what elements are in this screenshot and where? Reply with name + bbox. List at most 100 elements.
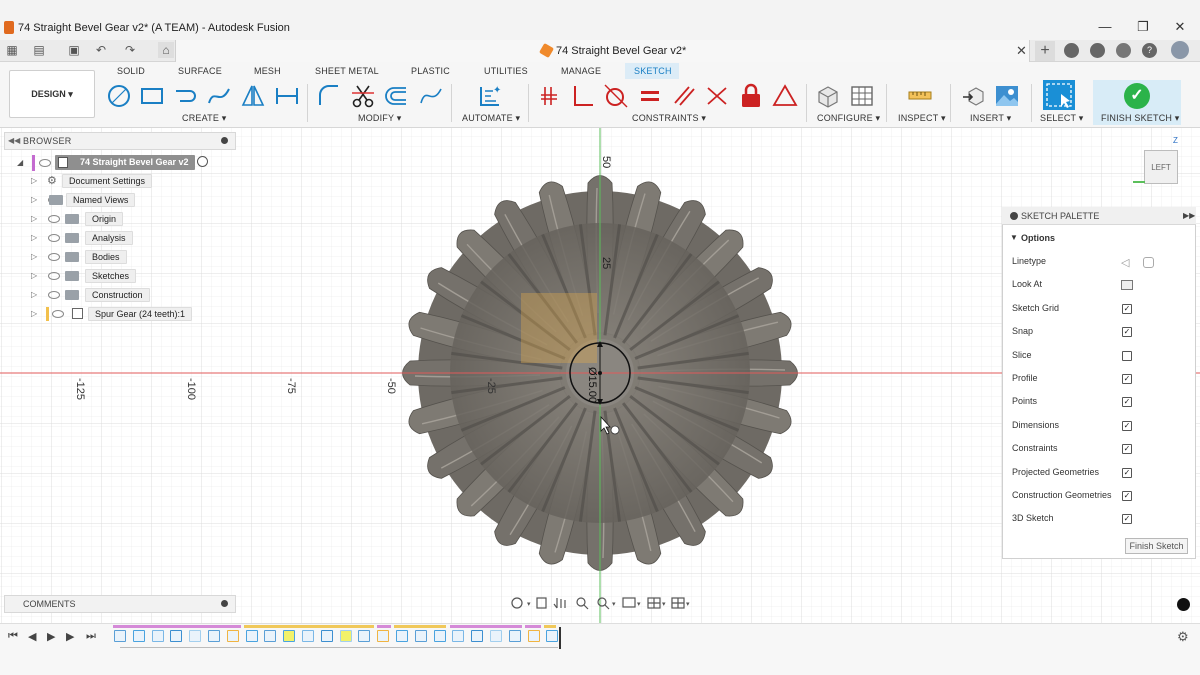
visibility-eye-icon[interactable] [48,291,60,299]
maximize-button[interactable]: ❐ [1132,18,1154,36]
expand-arrow-icon[interactable]: ▷ [31,176,39,185]
timeline-feature-icon[interactable] [471,630,483,642]
collapse-browser-icon[interactable]: ◀◀ [8,136,20,145]
configure-menu[interactable]: CONFIGURE ▾ [817,113,880,124]
browser-item-construction[interactable]: Construction [85,288,150,302]
slot-tool-icon[interactable] [172,83,198,109]
browser-item-bodies[interactable]: Bodies [85,250,127,264]
expand-arrow-icon[interactable]: ▷ [31,233,39,242]
comments-pin-icon[interactable] [221,600,228,607]
browser-item-named-views[interactable]: Named Views [66,193,136,207]
tab-mesh[interactable]: MESH [254,66,281,76]
visibility-eye-icon[interactable] [48,253,60,261]
parallel-constraint-icon[interactable] [671,83,697,109]
timeline-feature-icon[interactable] [321,630,333,642]
measure-ruler-icon[interactable] [907,83,933,109]
timeline-feature-icon[interactable] [283,630,295,642]
timeline-feature-icon[interactable] [133,630,145,642]
equal-constraint-icon[interactable] [637,83,663,109]
options-section-title[interactable]: Options [1021,233,1055,243]
browser-item-origin[interactable]: Origin [85,212,124,226]
tab-manage[interactable]: MANAGE [561,66,601,76]
expand-arrow-icon[interactable]: ▷ [31,195,39,204]
expand-arrow-icon[interactable]: ▷ [31,252,39,261]
help-bubble-icon[interactable] [1177,598,1190,611]
spline-tool-icon[interactable] [206,83,232,109]
timeline-next-icon[interactable]: ▶ [66,630,74,643]
timeline-feature-icon[interactable] [452,630,464,642]
timeline-feature-icon[interactable] [528,630,540,642]
save-icon[interactable]: ▣ [66,42,82,58]
timeline-play-icon[interactable]: ▶ [47,630,55,643]
browser-item-document-settings[interactable]: Document Settings [62,174,153,188]
modify-menu[interactable]: MODIFY ▾ [358,113,401,124]
timeline-feature-icon[interactable] [415,630,427,642]
create-menu[interactable]: CREATE ▾ [182,113,226,124]
perpendicular-constraint-icon[interactable] [569,83,595,109]
undo-icon[interactable]: ↶ [93,42,109,58]
linetype-construction-icon[interactable]: ◁ [1121,256,1129,269]
visibility-eye-icon[interactable] [39,159,51,167]
expand-root-icon[interactable]: ◢ [17,158,23,167]
checkbox-snap[interactable]: ✓ [1122,327,1132,337]
close-window-button[interactable]: ✕ [1169,18,1191,36]
checkbox-slice[interactable] [1122,351,1132,361]
timeline-prev-icon[interactable]: ◀ [28,630,36,643]
expand-arrow-icon[interactable]: ▷ [31,309,39,318]
timeline-last-icon[interactable]: ⏭ [86,630,96,643]
sketch-center-point[interactable] [598,371,602,375]
new-tab-button[interactable]: + [1035,41,1055,61]
timeline-feature-icon[interactable] [152,630,164,642]
tab-solid[interactable]: SOLID [117,66,145,76]
timeline-settings-gear-icon[interactable]: ⚙ [1177,629,1189,645]
palette-pin-icon[interactable] [1010,212,1018,220]
circle-tool-icon[interactable] [106,83,132,109]
coincident-constraint-icon[interactable] [537,83,563,109]
diameter-dimension-label[interactable]: Ø15.00 [586,367,598,403]
automate-dimension-icon[interactable]: ✦ [476,83,502,109]
tab-plastic[interactable]: PLASTIC [411,66,450,76]
insert-canvas-image-icon[interactable] [994,83,1020,109]
expand-arrow-icon[interactable]: ▷ [31,214,39,223]
fillet-tool-icon[interactable] [316,83,342,109]
expand-arrow-icon[interactable]: ▷ [31,290,39,299]
help-icon[interactable]: ? [1142,43,1157,58]
timeline-first-icon[interactable]: ⏮ [8,630,18,643]
visibility-eye-icon[interactable] [48,272,60,280]
extensions-icon[interactable] [1064,43,1079,58]
offset-tool-icon[interactable] [384,83,410,109]
home-icon[interactable]: ⌂ [158,42,174,58]
dimension-tool-icon[interactable] [274,83,300,109]
expand-arrow-icon[interactable]: ▷ [31,271,39,280]
timeline-feature-icon[interactable] [114,630,126,642]
constraints-menu[interactable]: CONSTRAINTS ▾ [632,113,706,124]
timeline-feature-icon[interactable] [434,630,446,642]
activate-radio-icon[interactable] [197,156,208,167]
browser-item-sketches[interactable]: Sketches [85,269,137,283]
options-collapse-icon[interactable]: ▼ [1010,233,1018,242]
job-status-icon[interactable] [1090,43,1105,58]
finish-check-icon[interactable]: ✓ [1124,83,1150,109]
checkbox-sketch-grid[interactable]: ✓ [1122,304,1132,314]
look-at-icon[interactable] [1121,280,1133,290]
insert-derive-icon[interactable] [961,83,987,109]
timeline-feature-icon[interactable] [490,630,502,642]
timeline-feature-icon[interactable] [246,630,258,642]
timeline-feature-icon[interactable] [377,630,389,642]
timeline-feature-icon[interactable] [340,630,352,642]
redo-icon[interactable]: ↷ [122,42,138,58]
mirror-tool-icon[interactable] [240,83,266,109]
timeline-feature-icon[interactable] [170,630,182,642]
timeline-feature-icon[interactable] [509,630,521,642]
timeline-feature-icon[interactable] [546,630,558,642]
visibility-eye-icon[interactable] [48,234,60,242]
collinear-constraint-icon[interactable] [704,83,730,109]
finish-sketch-button[interactable]: Finish Sketch [1125,538,1188,554]
visibility-eye-icon[interactable] [48,215,60,223]
timeline-feature-icon[interactable] [189,630,201,642]
configure-cube-icon[interactable] [815,83,841,109]
checkbox-profile[interactable]: ✓ [1122,374,1132,384]
browser-pin-icon[interactable] [221,137,228,144]
tab-sheet-metal[interactable]: SHEET METAL [315,66,379,76]
timeline-feature-icon[interactable] [208,630,220,642]
